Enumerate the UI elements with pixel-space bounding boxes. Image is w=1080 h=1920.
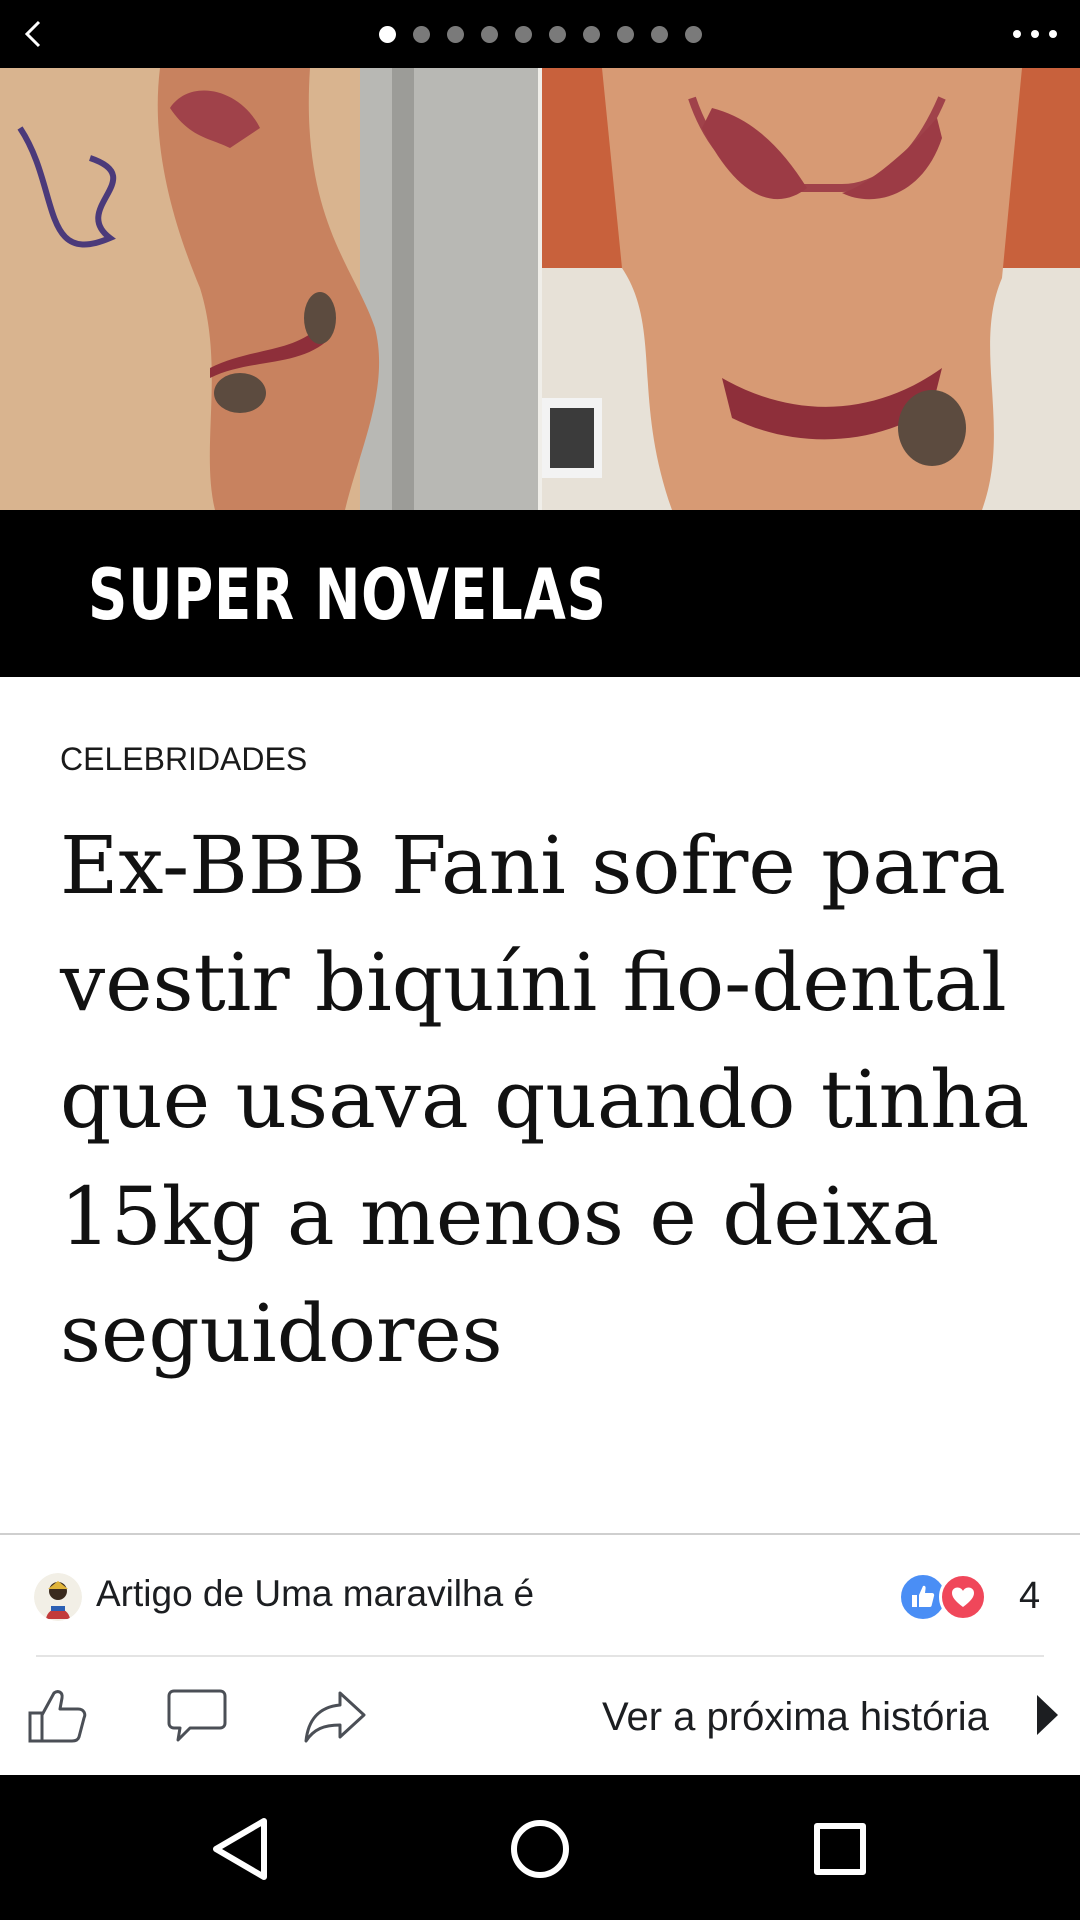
publisher-banner: SUPER NOVELAS — [0, 510, 1080, 677]
page-dot — [514, 26, 532, 43]
more-horizontal-icon — [1013, 30, 1057, 38]
publisher-name: SUPER NOVELAS — [88, 554, 607, 636]
recents-square-icon — [814, 1823, 866, 1875]
page-indicator — [0, 26, 1080, 43]
page-dot — [616, 26, 634, 43]
like-button[interactable] — [26, 1685, 92, 1747]
top-bar — [0, 0, 1080, 68]
next-story-button[interactable] — [1034, 1693, 1060, 1737]
page-dot — [684, 26, 702, 43]
share-icon — [304, 1691, 366, 1743]
comment-button[interactable] — [164, 1685, 230, 1747]
page-dot — [480, 26, 498, 43]
system-home-button[interactable] — [500, 1809, 580, 1889]
triangle-right-icon — [1037, 1695, 1058, 1735]
hero-photo-right — [542, 68, 1080, 510]
reactions-summary[interactable] — [899, 1571, 999, 1623]
system-back-button[interactable] — [202, 1809, 282, 1889]
system-recents-button[interactable] — [800, 1809, 880, 1889]
attribution-row: Artigo de Uma maravilha é 4 — [0, 1535, 1080, 1655]
system-nav-bar — [0, 1775, 1080, 1920]
page-dot-active — [378, 26, 396, 43]
page-dot — [650, 26, 668, 43]
article-headline: Ex-BBB Fani sofre para vestir biquíni fi… — [60, 819, 1030, 1380]
page-dot — [412, 26, 430, 43]
reaction-count[interactable]: 4 — [1019, 1575, 1040, 1618]
more-options-button[interactable] — [1008, 14, 1062, 54]
next-story-link[interactable]: Ver a próxima história — [602, 1695, 989, 1740]
attribution-text[interactable]: Artigo de Uma maravilha é — [96, 1573, 534, 1615]
article-body: CELEBRIDADES Ex-BBB Fani sofre para vest… — [0, 677, 1080, 1533]
thumbs-up-icon — [28, 1690, 87, 1743]
action-bar: Ver a próxima história — [0, 1657, 1080, 1775]
hero-photo-left — [0, 68, 538, 510]
share-button[interactable] — [302, 1685, 368, 1747]
home-circle-icon — [511, 1820, 569, 1878]
back-triangle-icon — [213, 1818, 267, 1880]
page-dot — [582, 26, 600, 43]
article-category[interactable]: CELEBRIDADES — [60, 741, 307, 778]
hero-image[interactable] — [0, 68, 1080, 510]
love-reaction-icon — [939, 1573, 987, 1621]
comment-icon — [167, 1689, 227, 1742]
page-dot — [446, 26, 464, 43]
page-dot — [548, 26, 566, 43]
avatar[interactable] — [34, 1573, 82, 1621]
